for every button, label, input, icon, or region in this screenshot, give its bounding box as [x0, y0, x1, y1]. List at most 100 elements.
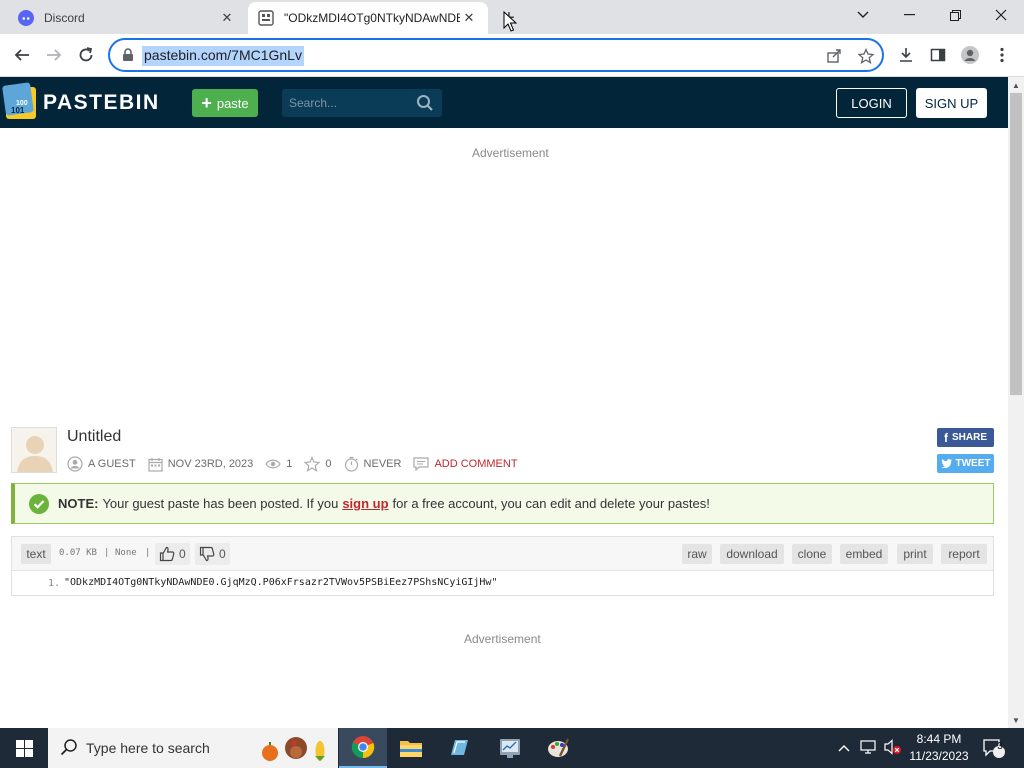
meta-separator: | [104, 548, 110, 558]
guest-avatar [11, 427, 57, 473]
notice-signup-link[interactable]: sign up [342, 496, 388, 511]
tweet-label: TWEET [955, 458, 991, 469]
add-comment-link[interactable]: ADD COMMENT [413, 457, 518, 471]
share-label: SHARE [951, 432, 987, 443]
url-text[interactable]: pastebin.com/7MC1GnLv [142, 46, 304, 66]
facebook-share-button[interactable]: f SHARE [937, 428, 994, 447]
twitter-icon [940, 457, 952, 471]
page-scrollbar[interactable]: ▲ ▼ [1008, 77, 1024, 728]
print-button[interactable]: print [897, 544, 933, 564]
chevron-up-icon[interactable] [838, 741, 850, 755]
dashboard-app-taskbar-icon[interactable] [486, 728, 534, 768]
pastebin-logo-icon[interactable]: 101 100 [2, 82, 40, 122]
new-paste-button[interactable]: + paste [192, 89, 258, 117]
svg-text:101: 101 [11, 106, 25, 115]
login-button[interactable]: LOGIN [836, 88, 907, 118]
mouse-cursor-icon [503, 10, 518, 38]
reload-icon[interactable] [73, 42, 99, 68]
windows-taskbar: Type here to search 8:44 PM 11/23/2023 3 [0, 728, 1024, 768]
scrollbar-thumb[interactable] [1010, 93, 1022, 395]
address-bar[interactable]: pastebin.com/7MC1GnLv [108, 38, 884, 72]
search-icon[interactable] [416, 94, 434, 112]
share-page-icon[interactable] [824, 46, 844, 66]
code-line: "ODkzMDI4OTg0NTkyNDAwNDE0.GjqMzQ.P06xFrs… [64, 577, 498, 588]
close-tab-icon[interactable]: ✕ [460, 9, 478, 27]
search-input[interactable] [289, 95, 409, 111]
paste-category: None [115, 548, 137, 558]
syntax-tag[interactable]: text [21, 544, 51, 564]
raw-button[interactable]: raw [682, 544, 712, 564]
download-icon[interactable] [893, 42, 919, 68]
bookmark-star-icon[interactable] [856, 46, 876, 66]
tab-discord[interactable]: Discord ✕ [8, 2, 246, 34]
scroll-down-icon[interactable]: ▼ [1008, 713, 1024, 727]
taskbar-clock[interactable]: 8:44 PM 11/23/2023 [904, 731, 974, 765]
clone-button[interactable]: clone [792, 544, 832, 564]
meta-author[interactable]: A GUEST [67, 456, 136, 472]
notice-label: NOTE: [58, 496, 99, 511]
guest-paste-notice: NOTE: Your guest paste has been posted. … [11, 483, 994, 524]
minimize-icon[interactable] [886, 0, 932, 30]
download-button[interactable]: download [720, 544, 784, 564]
like-button[interactable]: 0 [155, 543, 190, 565]
volume-muted-icon[interactable] [884, 738, 902, 758]
calendar-icon [148, 457, 163, 472]
profile-avatar-icon[interactable] [957, 42, 983, 68]
meta-date: NOV 23RD, 2023 [148, 457, 253, 472]
dislike-button[interactable]: 0 [195, 543, 230, 565]
embed-button[interactable]: embed [840, 544, 888, 564]
advertisement-label-bottom: Advertisement [464, 632, 541, 646]
views-count: 1 [286, 458, 293, 470]
file-explorer-icon[interactable] [387, 728, 435, 768]
comment-icon [413, 457, 430, 471]
tab-title: Discord [44, 11, 85, 25]
code-toolbar: text 0.07 KB | None | 0 0 raw download c… [12, 537, 993, 571]
side-panel-icon[interactable] [925, 42, 951, 68]
plus-icon: + [201, 93, 212, 113]
stars-count: 0 [325, 458, 332, 470]
restore-icon[interactable] [932, 0, 978, 30]
notification-center-icon[interactable]: 3 [982, 728, 1008, 768]
meta-separator: | [145, 548, 151, 558]
signup-button[interactable]: SIGN UP [916, 88, 987, 118]
search-icon [60, 738, 78, 759]
lock-icon[interactable] [122, 48, 136, 62]
paste-code-box: text 0.07 KB | None | 0 0 raw download c… [11, 536, 994, 596]
discord-icon [18, 10, 34, 26]
report-button[interactable]: report [941, 544, 987, 564]
tab-title: "ODkzMDI4OTg0NTkyNDAwNDE [284, 11, 460, 25]
blue-app-taskbar-icon[interactable] [435, 728, 483, 768]
expiry-value: NEVER [363, 458, 402, 470]
author-name: A GUEST [88, 458, 136, 470]
svg-text:100: 100 [16, 100, 28, 107]
taskbar-search-box[interactable]: Type here to search [48, 728, 338, 768]
site-brand[interactable]: PASTEBIN [43, 91, 160, 115]
site-search [282, 89, 442, 117]
user-icon [67, 456, 83, 472]
windows-start-icon[interactable] [0, 728, 48, 768]
forward-icon[interactable] [41, 42, 67, 68]
close-tab-icon[interactable]: ✕ [218, 9, 236, 27]
back-icon[interactable] [9, 42, 35, 68]
site-header: 101 100 PASTEBIN + paste LOGIN SIGN UP [0, 77, 1008, 128]
paint-app-taskbar-icon[interactable] [534, 728, 582, 768]
thumbs-up-icon [159, 546, 175, 562]
dislike-count: 0 [219, 547, 226, 561]
meta-views: 1 [265, 458, 292, 470]
advertisement-label-top: Advertisement [472, 146, 549, 160]
meta-stars[interactable]: 0 [304, 456, 332, 472]
notice-text-before: Your guest paste has been posted. If you [102, 496, 339, 511]
system-tray [838, 728, 902, 768]
network-disconnected-icon[interactable] [860, 739, 876, 757]
twitter-tweet-button[interactable]: TWEET [937, 454, 994, 473]
chrome-taskbar-icon[interactable] [339, 728, 387, 768]
close-window-icon[interactable] [978, 0, 1024, 30]
paste-title: Untitled [67, 428, 122, 445]
tab-search-icon[interactable] [840, 0, 886, 30]
menu-kebab-icon[interactable] [989, 42, 1015, 68]
clock-date: 11/23/2023 [909, 749, 969, 763]
meta-expiry: NEVER [344, 456, 402, 472]
scroll-up-icon[interactable]: ▲ [1008, 78, 1024, 92]
add-comment-label: ADD COMMENT [434, 458, 518, 470]
tab-pastebin[interactable]: "ODkzMDI4OTg0NTkyNDAwNDE ✕ [248, 2, 488, 34]
